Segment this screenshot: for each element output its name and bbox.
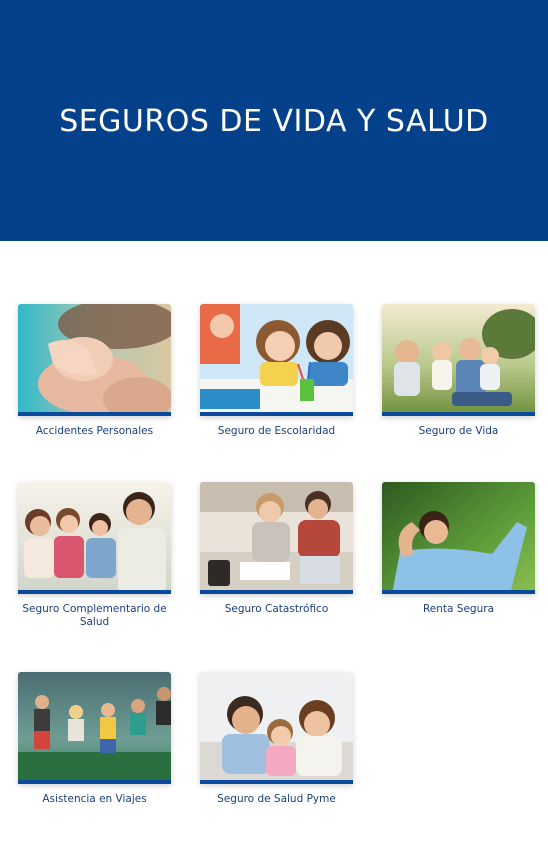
product-card-seguro-escolaridad[interactable]: Seguro de Escolaridad <box>200 304 353 438</box>
product-card-seguro-complementario-salud[interactable]: Seguro Complementario de Salud <box>18 482 171 629</box>
family-in-park-photo <box>382 304 535 416</box>
relaxed-man-photo <box>382 482 535 594</box>
page-title: SEGUROS DE VIDA Y SALUD <box>59 104 489 139</box>
product-card-asistencia-viajes[interactable]: Asistencia en Viajes <box>18 672 171 806</box>
card-accent-bar <box>382 412 535 416</box>
product-card-renta-segura[interactable]: Renta Segura <box>382 482 535 616</box>
product-card-label: Asistencia en Viajes <box>42 793 147 805</box>
card-accent-bar <box>18 780 171 784</box>
card-accent-bar <box>18 590 171 594</box>
page-header: SEGUROS DE VIDA Y SALUD <box>0 0 548 241</box>
product-card-label: Seguro Complementario de Salud <box>22 603 167 628</box>
card-accent-bar <box>200 780 353 784</box>
product-card-seguro-catastrofico[interactable]: Seguro Catastrófico <box>200 482 353 616</box>
couple-paperwork-photo <box>200 482 353 594</box>
product-card-label: Seguro de Vida <box>418 425 499 437</box>
product-card-seguro-salud-pyme[interactable]: Seguro de Salud Pyme <box>200 672 353 806</box>
product-card-label: Accidentes Personales <box>35 425 154 437</box>
product-card-seguro-de-vida[interactable]: Seguro de Vida <box>382 304 535 438</box>
product-card-label: Renta Segura <box>422 603 495 615</box>
card-accent-bar <box>382 590 535 594</box>
product-card-label: Seguro de Salud Pyme <box>217 793 336 805</box>
family-portrait-photo <box>200 672 353 784</box>
product-card-accidentes-personales[interactable]: Accidentes Personales <box>18 304 171 438</box>
card-accent-bar <box>200 412 353 416</box>
product-card-label: Seguro de Escolaridad <box>217 425 336 437</box>
card-accent-bar <box>200 590 353 594</box>
children-studying-photo <box>200 304 353 416</box>
hands-photo <box>18 304 171 416</box>
product-card-label: Seguro Catastrófico <box>224 603 329 615</box>
people-jumping-photo <box>18 672 171 784</box>
family-outdoors-photo <box>18 482 171 594</box>
card-accent-bar <box>18 412 171 416</box>
